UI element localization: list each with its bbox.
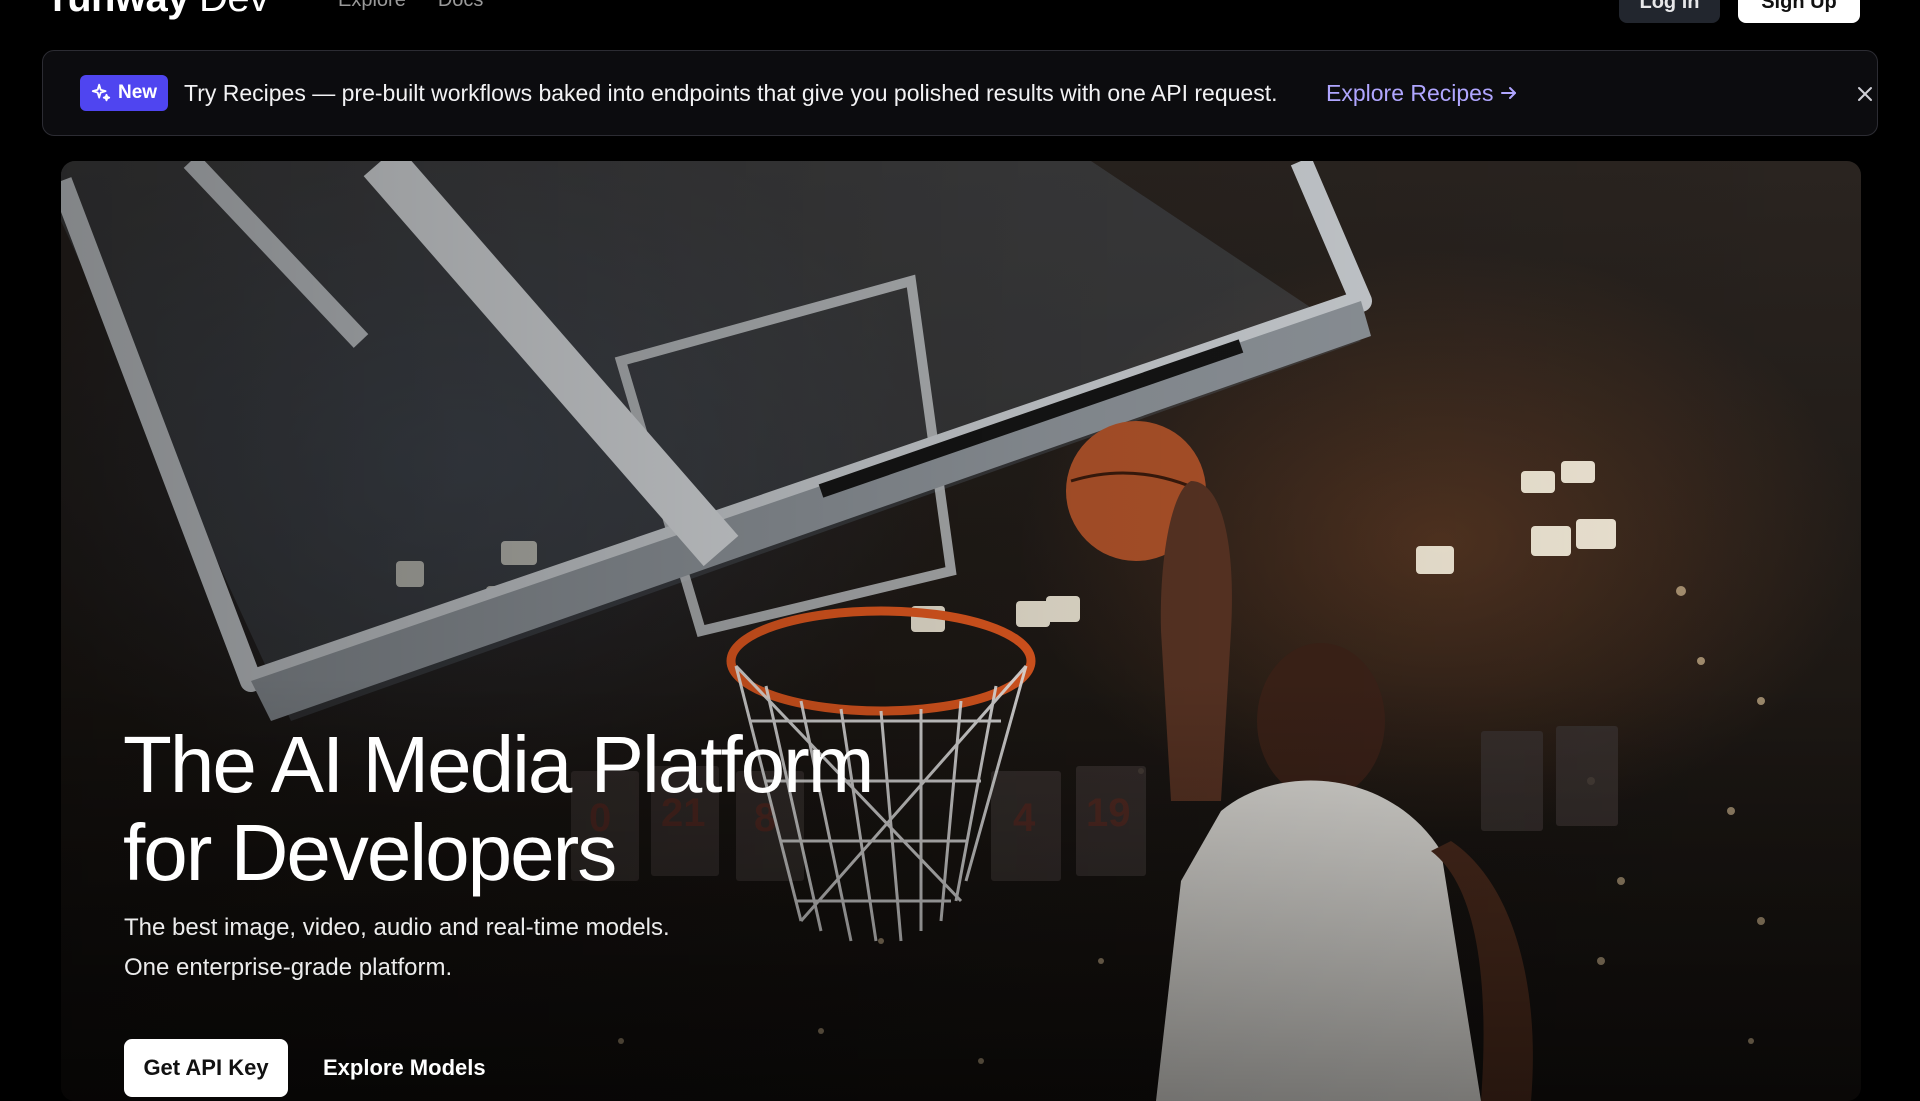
announcement-banner: New Try Recipes — pre-built workflows ba… <box>42 50 1878 136</box>
close-icon <box>1858 87 1872 101</box>
arrow-right-icon <box>1501 87 1517 99</box>
log-in-button[interactable]: Log in <box>1619 0 1720 23</box>
nav-links: Explore Docs <box>338 0 483 14</box>
hero-title-line-1: The AI Media Platform <box>123 720 874 809</box>
badge-label: New <box>118 82 158 103</box>
sign-up-button[interactable]: Sign Up <box>1738 0 1860 23</box>
hero-section: 0 21 8 4 19 <box>61 161 1861 1101</box>
brand-logo[interactable]: runway Dev <box>52 0 269 18</box>
brand-name: runway <box>52 0 190 20</box>
close-banner-button[interactable] <box>1851 80 1879 108</box>
explore-models-button[interactable]: Explore Models <box>323 1039 486 1097</box>
nav-link-docs[interactable]: Docs <box>438 0 484 14</box>
sparkle-icon <box>91 83 111 102</box>
brand-sub: Dev <box>199 0 269 20</box>
top-nav: runway Dev Explore Docs Log in Sign Up <box>0 0 1920 40</box>
nav-link-explore[interactable]: Explore <box>338 0 406 14</box>
new-badge: New <box>80 75 169 111</box>
hero-subtitle: The best image, video, audio and real-ti… <box>124 908 670 988</box>
hero-subtitle-line-2: One enterprise-grade platform. <box>124 954 453 981</box>
banner-message: Try Recipes — pre-built workflows baked … <box>184 80 1278 106</box>
explore-recipes-label: Explore Recipes <box>1326 80 1494 106</box>
hero-title: The AI Media Platform for Developers <box>123 720 874 897</box>
get-api-key-button[interactable]: Get API Key <box>124 1039 288 1097</box>
hero-subtitle-line-1: The best image, video, audio and real-ti… <box>124 914 670 941</box>
explore-recipes-link[interactable]: Explore Recipes <box>1326 79 1519 107</box>
hero-title-line-2: for Developers <box>123 808 617 897</box>
